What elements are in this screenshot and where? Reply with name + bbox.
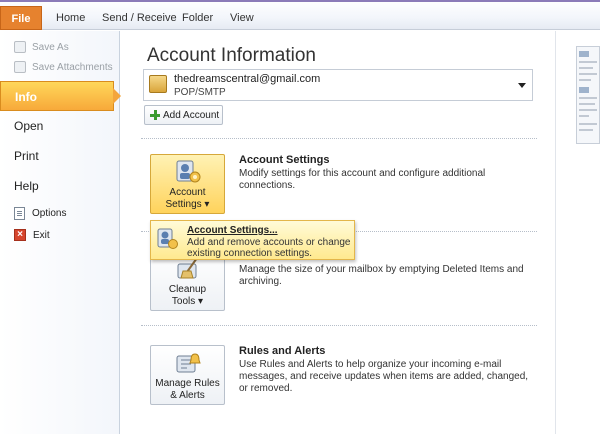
cleanup-tools-label-1: Cleanup xyxy=(168,284,207,295)
account-settings-label-2: Settings ▾ xyxy=(165,199,210,210)
cleanup-tools-button[interactable]: Cleanup Tools ▾ xyxy=(150,251,225,311)
tab-view[interactable]: View xyxy=(230,6,254,30)
preview-line xyxy=(579,73,597,75)
manage-rules-alerts-button[interactable]: Manage Rules & Alerts xyxy=(150,345,225,405)
account-email: thedreamscentral@gmail.com xyxy=(174,73,321,85)
nav-options-label: Options xyxy=(32,207,67,219)
tab-folder[interactable]: Folder xyxy=(182,6,213,30)
nav-save-as[interactable]: Save As xyxy=(14,37,69,57)
section-title-rules-alerts: Rules and Alerts xyxy=(239,345,326,357)
section-desc-account-settings: Modify settings for this account and con… xyxy=(239,168,486,191)
nav-save-attachments[interactable]: Save Attachments xyxy=(14,57,113,77)
preview-line xyxy=(579,129,593,131)
section-desc-cleanup-tools: Manage the size of your mailbox by empty… xyxy=(239,264,524,287)
backstage-nav: Save As Save Attachments Info Open Print… xyxy=(0,31,121,434)
preview-divider xyxy=(555,31,556,434)
plus-icon xyxy=(150,110,160,120)
tab-file[interactable]: File xyxy=(0,6,42,30)
ribbon-tab-bar: File Home Send / Receive Folder View xyxy=(0,0,600,30)
save-attachments-icon xyxy=(14,61,26,73)
mailbox-icon xyxy=(149,75,167,93)
nav-save-as-label: Save As xyxy=(32,41,69,53)
preview-block xyxy=(579,51,589,57)
nav-print[interactable]: Print xyxy=(14,149,39,163)
preview-line xyxy=(579,109,597,111)
account-settings-icon xyxy=(173,159,203,185)
divider xyxy=(141,325,537,326)
window-accent-bar xyxy=(0,0,600,2)
nav-info[interactable]: Info xyxy=(0,81,121,111)
chevron-down-icon[interactable] xyxy=(518,83,526,88)
preview-line xyxy=(579,123,597,125)
divider xyxy=(141,138,537,139)
nav-open[interactable]: Open xyxy=(14,119,43,133)
preview-line xyxy=(579,67,593,69)
preview-line xyxy=(579,103,595,105)
preview-line xyxy=(579,79,591,81)
mailbox-preview-thumbnail xyxy=(576,46,600,144)
add-account-label: Add Account xyxy=(163,109,220,121)
page-title: Account Information xyxy=(147,45,316,66)
rules-alerts-icon xyxy=(173,350,203,376)
manage-rules-label-1: Manage Rules xyxy=(155,378,220,389)
nav-selected-arrow xyxy=(113,88,121,104)
cleanup-tools-label-2: Tools ▾ xyxy=(171,296,204,307)
nav-options[interactable]: Options xyxy=(14,205,66,221)
manage-rules-label-2: & Alerts xyxy=(170,390,205,401)
account-settings-label-1: Account xyxy=(169,187,206,198)
preview-line xyxy=(579,115,589,117)
nav-exit[interactable]: × Exit xyxy=(14,227,50,243)
preview-block xyxy=(579,87,589,93)
section-title-account-settings: Account Settings xyxy=(239,154,330,166)
save-as-icon xyxy=(14,41,26,53)
add-account-button[interactable]: Add Account xyxy=(144,105,223,125)
account-settings-button[interactable]: Account Settings ▾ xyxy=(150,154,225,214)
nav-exit-label: Exit xyxy=(33,229,50,241)
section-desc-rules-alerts: Use Rules and Alerts to help organize yo… xyxy=(239,359,529,394)
account-selector[interactable]: thedreamscentral@gmail.com POP/SMTP xyxy=(143,69,533,101)
account-type: POP/SMTP xyxy=(174,87,226,98)
tab-home[interactable]: Home xyxy=(56,6,85,30)
nav-save-attachments-label: Save Attachments xyxy=(32,61,113,73)
account-settings-menu-icon xyxy=(157,227,179,251)
tab-send-receive[interactable]: Send / Receive xyxy=(102,6,177,30)
menu-item-account-settings-desc: Add and remove accounts or change existi… xyxy=(187,237,351,259)
nav-info-label: Info xyxy=(15,90,37,104)
menu-item-account-settings[interactable]: Account Settings... xyxy=(187,225,278,236)
exit-icon: × xyxy=(14,229,26,241)
preview-line xyxy=(579,97,597,99)
nav-help[interactable]: Help xyxy=(14,179,39,193)
account-settings-menu: Account Settings... Add and remove accou… xyxy=(150,220,355,260)
preview-line xyxy=(579,61,597,63)
options-icon xyxy=(14,206,25,220)
